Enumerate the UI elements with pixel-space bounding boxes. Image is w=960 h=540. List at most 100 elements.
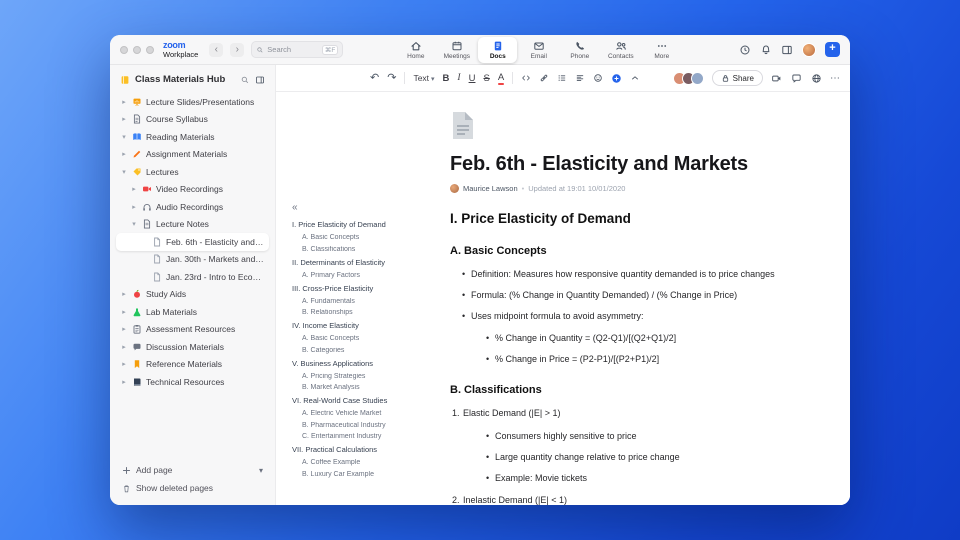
- outline-item[interactable]: B. Categories: [302, 347, 444, 354]
- clock-icon[interactable]: [739, 44, 751, 56]
- sidebar-item[interactable]: Assignment Materials: [116, 146, 269, 164]
- outline-collapse-icon[interactable]: [292, 202, 444, 213]
- outline-item[interactable]: A. Electric Vehicle Market: [302, 410, 444, 417]
- font-color-button[interactable]: A: [497, 72, 505, 85]
- minimize-window-button[interactable]: [133, 45, 141, 54]
- outline-item[interactable]: A. Basic Concepts: [302, 335, 444, 342]
- link-icon[interactable]: [539, 73, 549, 83]
- toolbar-more-icon[interactable]: ⋯: [830, 73, 840, 84]
- tab-docs[interactable]: Docs: [478, 36, 518, 63]
- tab-contacts[interactable]: Contacts: [601, 37, 640, 63]
- sidebar-item[interactable]: Feb. 6th - Elasticity and M...: [116, 233, 269, 251]
- outline-item[interactable]: III. Cross-Price Elasticity: [292, 284, 444, 293]
- sidebar-item[interactable]: Lecture Notes: [116, 216, 269, 234]
- notifications-bell-icon[interactable]: [760, 44, 772, 56]
- chevron-right-icon[interactable]: [120, 290, 128, 298]
- tab-phone[interactable]: Phone: [560, 37, 599, 63]
- outline-item[interactable]: IV. Income Elasticity: [292, 321, 444, 330]
- sidebar-item[interactable]: Technical Resources: [116, 373, 269, 391]
- text-style-dropdown[interactable]: Text: [413, 73, 434, 83]
- outline-item[interactable]: V. Business Applications: [292, 359, 444, 368]
- outline-item[interactable]: B. Pharmaceutical Industry: [302, 422, 444, 429]
- sidebar-item[interactable]: Study Aids: [116, 286, 269, 304]
- chevron-right-icon[interactable]: [120, 308, 128, 316]
- chevron-right-icon[interactable]: [120, 98, 128, 106]
- chevron-right-icon[interactable]: [120, 360, 128, 368]
- insert-plus-icon[interactable]: [611, 73, 622, 84]
- video-camera-icon[interactable]: [771, 73, 782, 84]
- tab-home[interactable]: Home: [396, 37, 435, 63]
- close-window-button[interactable]: [120, 45, 128, 54]
- italic-button[interactable]: I: [457, 73, 460, 83]
- outline-item[interactable]: I. Price Elasticity of Demand: [292, 220, 444, 229]
- outline-item[interactable]: II. Determinants of Elasticity: [292, 258, 444, 267]
- strikethrough-button[interactable]: S: [483, 73, 489, 84]
- outline-item[interactable]: A. Fundamentals: [302, 298, 444, 305]
- sidebar-search-icon[interactable]: [240, 75, 250, 85]
- outline-item[interactable]: VI. Real-World Case Studies: [292, 396, 444, 405]
- sidebar-toggle-icon[interactable]: [781, 44, 793, 56]
- document-content[interactable]: Feb. 6th - Elasticity and Markets Mauric…: [450, 92, 810, 505]
- sidebar-item[interactable]: Lecture Slides/Presentations: [116, 93, 269, 111]
- bullet-list-icon[interactable]: [557, 73, 567, 83]
- forward-button[interactable]: [230, 42, 245, 57]
- sidebar-item[interactable]: Video Recordings: [116, 181, 269, 199]
- redo-button[interactable]: ↷: [387, 72, 396, 84]
- outline-item[interactable]: VII. Practical Calculations: [292, 445, 444, 454]
- underline-button[interactable]: U: [469, 73, 476, 84]
- sidebar-collapse-icon[interactable]: [255, 75, 265, 85]
- sidebar-item[interactable]: Lab Materials: [116, 303, 269, 321]
- user-avatar[interactable]: [802, 42, 816, 57]
- global-search-input[interactable]: Search ⌘F: [251, 41, 344, 58]
- comment-icon[interactable]: [791, 73, 802, 84]
- emoji-icon[interactable]: [593, 73, 603, 83]
- show-deleted-pages-button[interactable]: Show deleted pages: [122, 483, 263, 493]
- undo-button[interactable]: ↶: [370, 72, 379, 84]
- chevron-right-icon[interactable]: [120, 150, 128, 158]
- chevron-right-icon[interactable]: [130, 203, 138, 211]
- chevron-right-icon[interactable]: [120, 378, 128, 386]
- chevron-right-icon[interactable]: [120, 325, 128, 333]
- outline-item[interactable]: B. Relationships: [302, 309, 444, 316]
- sidebar-item[interactable]: Assessment Resources: [116, 321, 269, 339]
- sidebar-item[interactable]: Course Syllabus: [116, 111, 269, 129]
- tab-email[interactable]: Email: [519, 37, 558, 63]
- collaborator-avatar[interactable]: [690, 71, 704, 85]
- outline-item[interactable]: A. Primary Factors: [302, 272, 444, 279]
- chevron-right-icon[interactable]: [120, 343, 128, 351]
- back-button[interactable]: [209, 42, 224, 57]
- collapse-toolbar-icon[interactable]: [630, 73, 640, 83]
- chevron-down-icon[interactable]: [130, 220, 138, 228]
- outline-item[interactable]: B. Classifications: [302, 246, 444, 253]
- new-button[interactable]: +: [825, 42, 840, 57]
- bullet-marker: [486, 473, 495, 485]
- sidebar-item[interactable]: Reading Materials: [116, 128, 269, 146]
- outline-item[interactable]: B. Luxury Car Example: [302, 471, 444, 478]
- tab-more[interactable]: More: [642, 37, 681, 63]
- code-icon[interactable]: [521, 73, 531, 83]
- chevron-right-icon[interactable]: [130, 185, 138, 193]
- add-page-button[interactable]: Add page: [122, 465, 263, 475]
- outline-item[interactable]: A. Pricing Strategies: [302, 373, 444, 380]
- globe-icon[interactable]: [811, 73, 822, 84]
- sidebar-item[interactable]: Reference Materials: [116, 356, 269, 374]
- sidebar-item[interactable]: Jan. 30th - Markets and P...: [116, 251, 269, 269]
- outline-item[interactable]: A. Coffee Example: [302, 459, 444, 466]
- add-page-chevron-icon[interactable]: [259, 466, 263, 475]
- sidebar-item[interactable]: Discussion Materials: [116, 338, 269, 356]
- chevron-down-icon[interactable]: [120, 168, 128, 176]
- chevron-down-icon[interactable]: [120, 133, 128, 141]
- bold-button[interactable]: B: [443, 73, 450, 84]
- sidebar-item[interactable]: Jan. 23rd - Intro to Econo...: [116, 268, 269, 286]
- tab-meetings[interactable]: Meetings: [437, 37, 476, 63]
- sidebar-item[interactable]: Audio Recordings: [116, 198, 269, 216]
- sidebar-item[interactable]: Lectures: [116, 163, 269, 181]
- outline-item[interactable]: B. Market Analysis: [302, 384, 444, 391]
- outline-item[interactable]: C. Entertainment Industry: [302, 433, 444, 440]
- chevron-right-icon[interactable]: [120, 115, 128, 123]
- align-icon[interactable]: [575, 73, 585, 83]
- sidebar-item-label: Assessment Resources: [146, 324, 236, 335]
- maximize-window-button[interactable]: [146, 45, 154, 54]
- share-button[interactable]: Share: [711, 70, 763, 86]
- outline-item[interactable]: A. Basic Concepts: [302, 234, 444, 241]
